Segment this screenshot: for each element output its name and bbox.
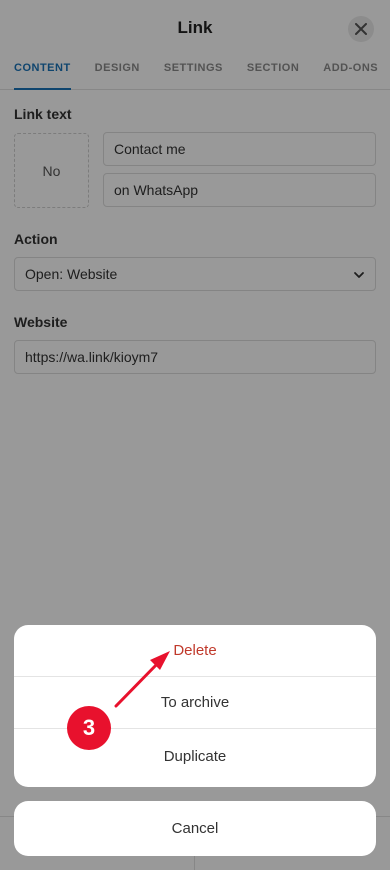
action-sheet: Delete To archive Duplicate	[14, 625, 376, 787]
step-number-badge: 3	[67, 706, 111, 750]
delete-option[interactable]: Delete	[14, 625, 376, 677]
cancel-button[interactable]: Cancel	[14, 801, 376, 856]
